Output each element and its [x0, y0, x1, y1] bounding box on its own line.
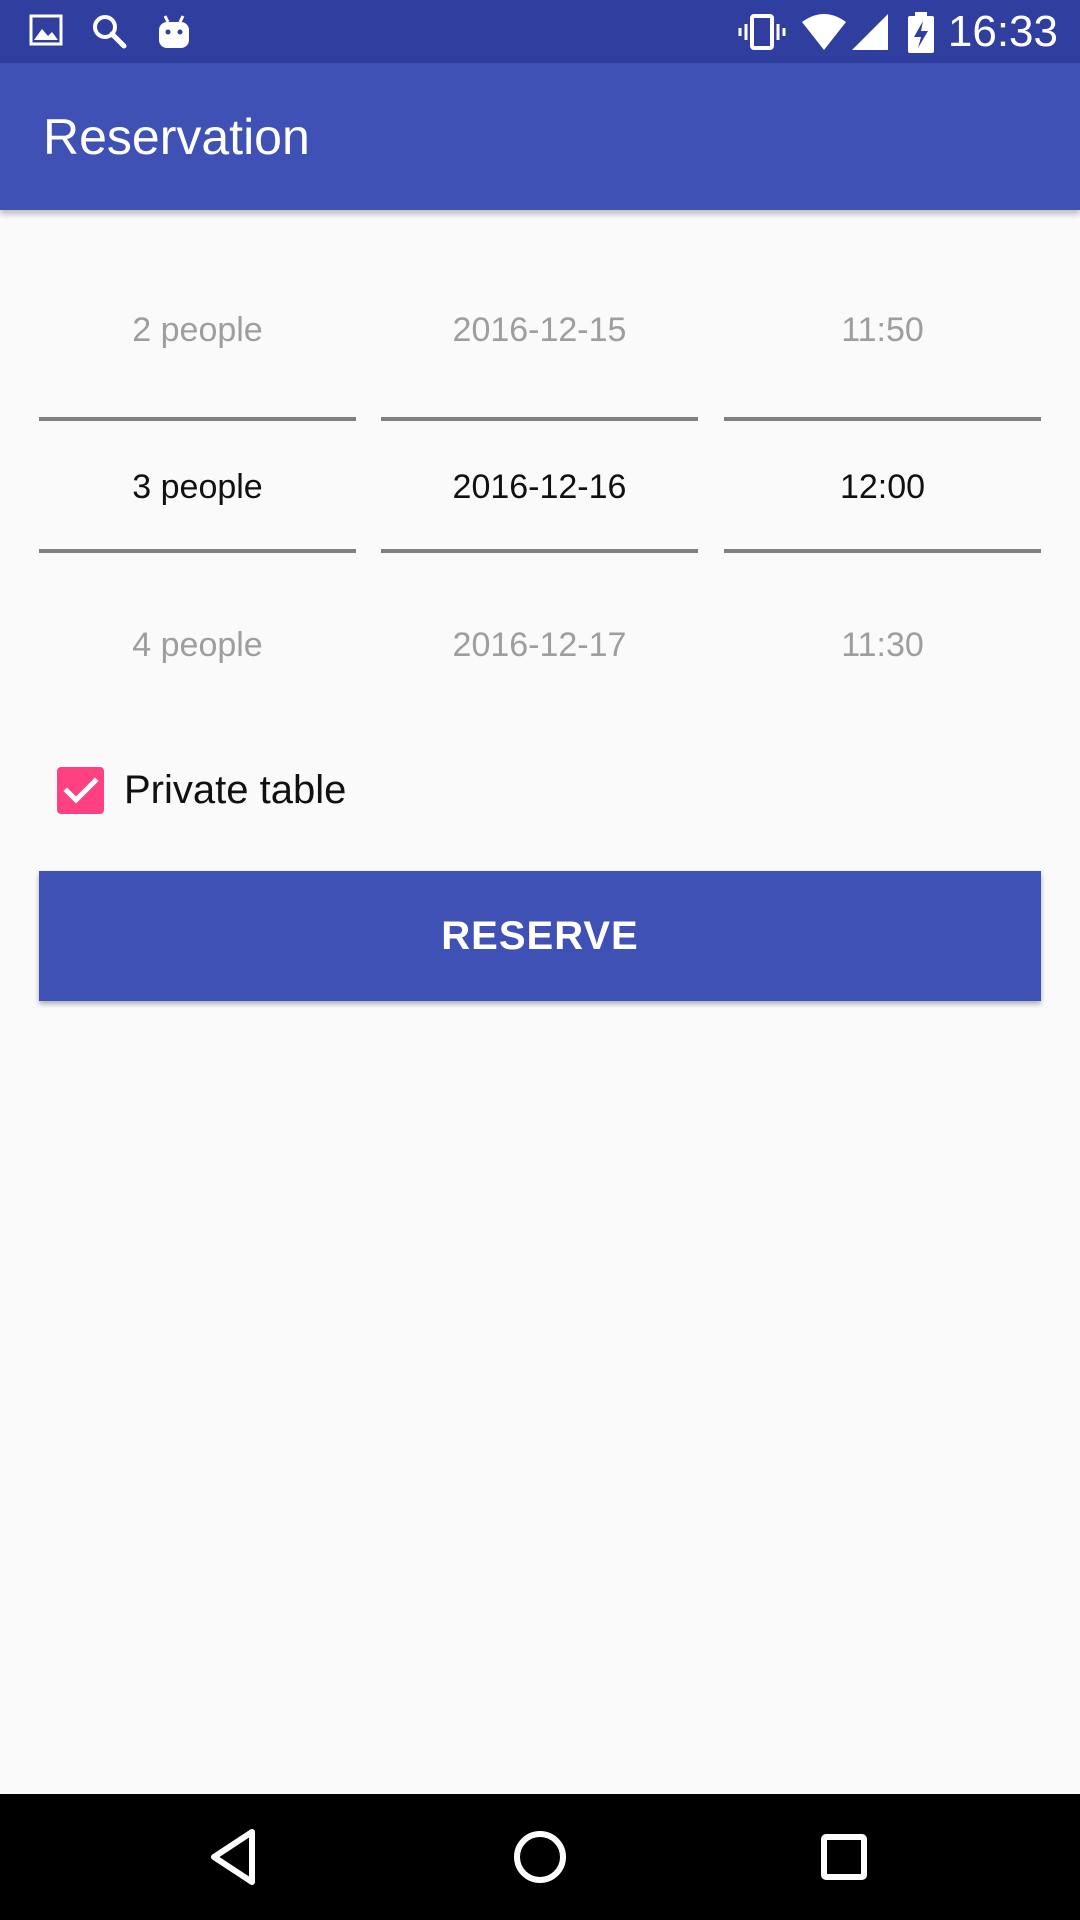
- image-icon: [28, 12, 68, 52]
- vibrate-icon: [738, 12, 786, 52]
- picker-divider: [39, 549, 356, 553]
- picker-divider: [724, 549, 1041, 553]
- people-picker-prev[interactable]: 2 people: [39, 310, 356, 350]
- people-picker[interactable]: 2 people 3 people 4 people: [39, 265, 356, 664]
- recents-icon[interactable]: [811, 1824, 877, 1890]
- nav-bar: [0, 1794, 1080, 1920]
- checkmark-icon: [63, 776, 99, 804]
- picker-divider: [381, 417, 698, 421]
- people-picker-selected[interactable]: 3 people: [39, 467, 356, 507]
- time-picker-selected[interactable]: 12:00: [724, 467, 1041, 507]
- picker-divider: [381, 549, 698, 553]
- android-icon: [156, 12, 196, 52]
- people-picker-next[interactable]: 4 people: [39, 625, 356, 665]
- time-picker-next[interactable]: 11:30: [724, 625, 1041, 665]
- battery-charging-icon: [906, 12, 946, 53]
- time-picker[interactable]: 11:50 12:00 11:30: [724, 265, 1041, 664]
- back-icon[interactable]: [202, 1824, 268, 1890]
- app-bar: Reservation: [0, 63, 1080, 210]
- date-picker-prev[interactable]: 2016-12-15: [381, 310, 698, 350]
- time-picker-prev[interactable]: 11:50: [724, 310, 1041, 350]
- reserve-button[interactable]: RESERVE: [39, 871, 1041, 1001]
- search-icon: [90, 12, 130, 52]
- status-time: 16:33: [947, 7, 1058, 56]
- signal-icon: [850, 12, 890, 52]
- private-table-label[interactable]: Private table: [124, 766, 346, 814]
- wifi-icon: [800, 12, 846, 52]
- date-picker-next[interactable]: 2016-12-17: [381, 625, 698, 665]
- private-table-checkbox-row[interactable]: Private table: [57, 765, 346, 815]
- home-icon[interactable]: [507, 1824, 573, 1890]
- date-picker[interactable]: 2016-12-15 2016-12-16 2016-12-17: [381, 265, 698, 664]
- picker-divider: [724, 417, 1041, 421]
- private-table-checkbox[interactable]: [57, 766, 104, 814]
- date-picker-selected[interactable]: 2016-12-16: [381, 467, 698, 507]
- status-bar: 16:33: [0, 0, 1080, 63]
- picker-divider: [39, 417, 356, 421]
- page-title: Reservation: [43, 109, 310, 165]
